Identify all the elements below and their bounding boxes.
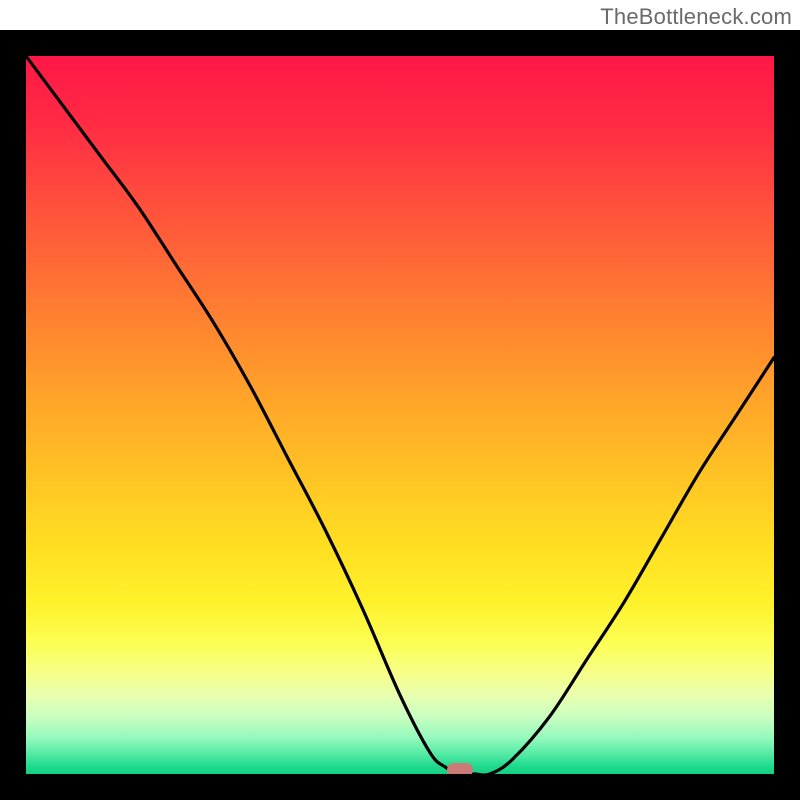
chart-container: TheBottleneck.com [0,0,800,800]
chart-frame [0,30,800,800]
optimal-point-marker [447,763,473,777]
chart-plot-area [26,56,774,774]
bottleneck-curve [26,56,774,774]
watermark-text: TheBottleneck.com [600,4,792,30]
